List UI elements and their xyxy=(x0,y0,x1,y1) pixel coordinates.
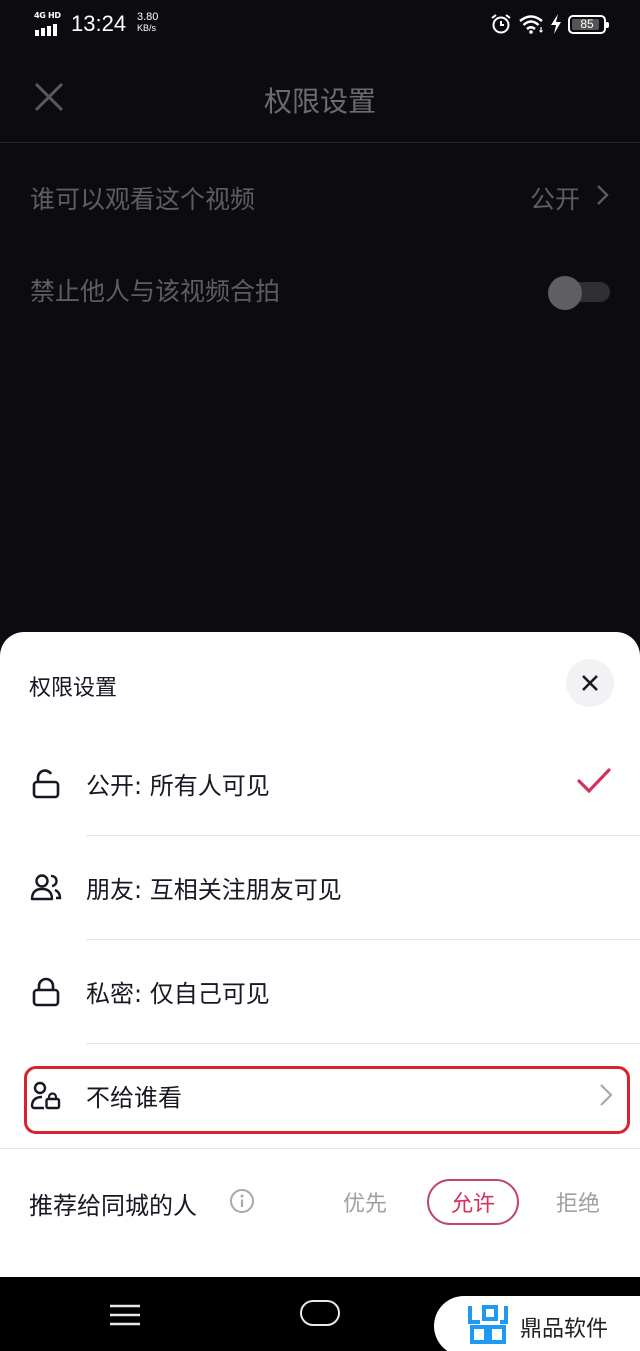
choice-reject[interactable]: 拒绝 xyxy=(543,1179,613,1225)
lock-icon xyxy=(32,977,60,1007)
battery-icon: 85 xyxy=(568,14,609,34)
city-recommend-label: 推荐给同城的人 xyxy=(29,1192,197,1220)
sheet-title: 权限设置 xyxy=(29,676,118,701)
background-header: 权限设置 xyxy=(0,50,640,143)
friends-icon xyxy=(30,874,62,901)
divider xyxy=(0,1148,640,1149)
info-icon[interactable] xyxy=(229,1188,255,1214)
who-can-watch-label: 谁可以观看这个视频 xyxy=(30,185,256,214)
clock: 13:24 xyxy=(71,11,127,36)
background-page: 权限设置 谁可以观看这个视频 公开 禁止他人与该视频合拍 xyxy=(0,50,640,632)
option-private[interactable]: 私密: 仅自己可见 xyxy=(0,940,640,1044)
option-hide-from[interactable]: 不给谁看 xyxy=(0,1044,640,1148)
watermark-text: 鼎品软件 xyxy=(520,1317,609,1342)
background-title: 权限设置 xyxy=(263,85,376,118)
charging-icon xyxy=(551,14,561,34)
network-speed: 3.80 KB/s xyxy=(137,12,158,34)
option-public[interactable]: 公开: 所有人可见 xyxy=(0,732,640,836)
home-icon[interactable] xyxy=(300,1300,340,1326)
alarm-icon xyxy=(491,14,511,34)
chevron-right-icon xyxy=(597,185,609,205)
network-type: 4G HD xyxy=(34,11,61,20)
speed-value: 3.80 xyxy=(137,11,159,23)
watermark-logo-icon xyxy=(468,1305,508,1344)
close-icon xyxy=(582,675,598,691)
option-label: 公开: 所有人可见 xyxy=(86,772,270,800)
option-label: 不给谁看 xyxy=(86,1084,182,1112)
who-can-watch-row[interactable]: 谁可以观看这个视频 公开 xyxy=(30,180,610,216)
disable-duet-row: 禁止他人与该视频合拍 xyxy=(30,272,610,310)
wifi-icon xyxy=(519,15,543,34)
system-nav-bar: 鼎品软件 xyxy=(0,1277,640,1351)
option-label: 朋友: 互相关注朋友可见 xyxy=(86,876,342,904)
who-can-watch-value: 公开 xyxy=(529,185,580,214)
chevron-right-icon xyxy=(600,1084,613,1106)
battery-level: 85 xyxy=(580,17,594,31)
status-bar: 4G HD 13:24 3.80 KB/s 85 xyxy=(0,0,640,50)
watermark: 鼎品软件 xyxy=(434,1296,640,1351)
sheet-close-button[interactable] xyxy=(566,659,614,707)
unlock-icon xyxy=(32,769,60,799)
menu-icon[interactable] xyxy=(108,1303,142,1327)
checkmark-icon xyxy=(577,768,611,794)
disable-duet-toggle[interactable] xyxy=(548,276,610,310)
option-friends[interactable]: 朋友: 互相关注朋友可见 xyxy=(0,836,640,940)
permission-sheet: 权限设置 公开: 所有人可见 朋友: 互相关注朋友可见 私密: 仅自己可见 不给… xyxy=(0,632,640,1277)
choice-priority[interactable]: 优先 xyxy=(330,1179,400,1225)
disable-duet-label: 禁止他人与该视频合拍 xyxy=(30,277,281,306)
option-label: 私密: 仅自己可见 xyxy=(86,980,270,1008)
city-recommend-row: 推荐给同城的人 优先 允许 拒绝 xyxy=(0,1154,640,1244)
speed-unit: KB/s xyxy=(137,23,157,33)
user-lock-icon xyxy=(30,1081,61,1110)
choice-allow[interactable]: 允许 xyxy=(427,1179,519,1225)
cellular-signal-icon: 4G HD xyxy=(34,11,64,36)
